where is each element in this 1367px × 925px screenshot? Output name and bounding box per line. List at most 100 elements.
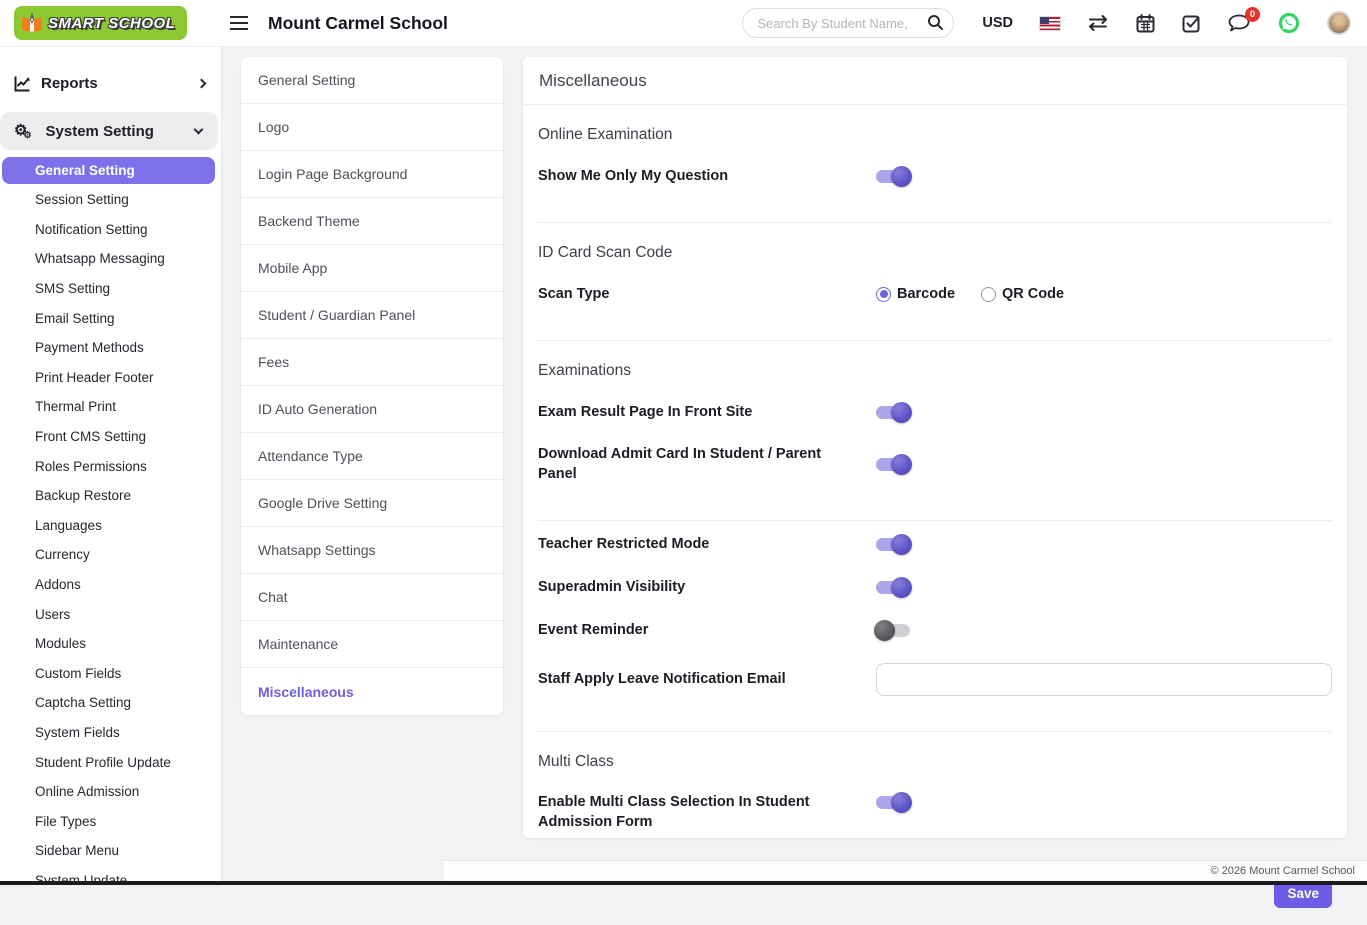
group-examinations: Examinations Exam Result Page In Front S… [538,341,1332,521]
user-avatar[interactable] [1327,11,1351,35]
sidebar-item-label: Reports [41,75,98,92]
sidebar-item-thermal-print[interactable]: Thermal Print [0,392,221,422]
setting-label: Scan Type [538,284,876,304]
toggle-enable-multi-class[interactable] [876,796,910,809]
setting-label: Exam Result Page In Front Site [538,402,876,422]
settings-tab-list: General Setting Logo Login Page Backgrou… [241,57,503,715]
toggle-superadmin-visibility[interactable] [876,581,910,594]
sidebar-item-users[interactable]: Users [0,599,221,629]
tab-google-drive-setting[interactable]: Google Drive Setting [241,480,503,527]
sidebar-item-general-setting[interactable]: General Setting [2,157,215,184]
sidebar-item-whatsapp-messaging[interactable]: Whatsapp Messaging [0,244,221,274]
group-heading: Multi Class [538,753,1332,771]
calendar-icon[interactable] [1136,14,1155,33]
whatsapp-icon[interactable] [1278,12,1300,34]
sidebar-item-label: System Setting [46,123,154,140]
currency-code[interactable]: USD [982,15,1013,31]
radio-qr-code[interactable] [981,287,996,302]
book-pen-icon [20,11,44,35]
tab-backend-theme[interactable]: Backend Theme [241,198,503,245]
sidebar-item-notification-setting[interactable]: Notification Setting [0,215,221,245]
radio-option-barcode[interactable]: Barcode [876,286,955,302]
setting-label: Teacher Restricted Mode [538,534,876,554]
tab-fees[interactable]: Fees [241,339,503,386]
sidebar-item-addons[interactable]: Addons [0,570,221,600]
tab-general-setting[interactable]: General Setting [241,57,503,104]
group-multi-class: Multi Class Enable Multi Class Selection… [538,732,1332,862]
us-flag-icon[interactable] [1040,17,1060,30]
tab-maintenance[interactable]: Maintenance [241,621,503,668]
toggle-knob [891,402,912,423]
chat-count-badge: 0 [1245,7,1260,22]
sidebar-item-roles-permissions[interactable]: Roles Permissions [0,451,221,481]
student-search [742,8,954,38]
sidebar-item-print-header-footer[interactable]: Print Header Footer [0,363,221,393]
group-heading: Online Examination [538,126,1332,144]
toggle-knob [891,577,912,598]
content-area: General Setting Logo Login Page Backgrou… [222,47,1367,885]
sidebar-item-languages[interactable]: Languages [0,511,221,541]
sidebar-item-sms-setting[interactable]: SMS Setting [0,274,221,304]
logo-area[interactable]: SMART SCHOOL [0,6,222,40]
setting-label: Download Admit Card In Student / Parent … [538,444,876,485]
sidebar-item-front-cms-setting[interactable]: Front CMS Setting [0,422,221,452]
panel-title: Miscellaneous [523,57,1347,105]
search-icon[interactable] [927,14,944,31]
group-online-examination: Online Examination Show Me Only My Quest… [538,105,1332,223]
tab-id-auto-generation[interactable]: ID Auto Generation [241,386,503,433]
tab-mobile-app[interactable]: Mobile App [241,245,503,292]
hamburger-icon[interactable] [230,22,248,25]
sidebar-item-modules[interactable]: Modules [0,629,221,659]
sidebar-item-custom-fields[interactable]: Custom Fields [0,659,221,689]
toggle-show-me-only-my-question[interactable] [876,170,910,183]
sidebar-item-sidebar-menu[interactable]: Sidebar Menu [0,836,221,866]
search-input[interactable] [742,8,954,38]
sidebar-item-system-fields[interactable]: System Fields [0,718,221,748]
radio-barcode[interactable] [876,287,891,302]
toggle-event-reminder[interactable] [876,624,910,637]
sidebar-item-student-profile-update[interactable]: Student Profile Update [0,747,221,777]
task-check-icon[interactable] [1182,14,1201,33]
sidebar-item-payment-methods[interactable]: Payment Methods [0,333,221,363]
setting-label: Staff Apply Leave Notification Email [538,669,876,689]
sidebar-item-session-setting[interactable]: Session Setting [0,185,221,215]
scan-type-radio-group: Barcode QR Code [876,286,1332,302]
horizontal-scrollbar[interactable] [0,881,1367,885]
sidebar-item-file-types[interactable]: File Types [0,806,221,836]
sidebar-item-online-admission[interactable]: Online Admission [0,777,221,807]
currency-swap-icon[interactable] [1087,15,1109,31]
tab-login-page-background[interactable]: Login Page Background [241,151,503,198]
radio-option-qr-code[interactable]: QR Code [981,286,1064,302]
toggle-teacher-restricted-mode[interactable] [876,538,910,551]
toggle-download-admit-card[interactable] [876,458,910,471]
tab-chat[interactable]: Chat [241,574,503,621]
chart-icon [14,75,31,92]
tab-logo[interactable]: Logo [241,104,503,151]
top-header: SMART SCHOOL Mount Carmel School USD [0,0,1367,47]
toggle-knob [874,620,895,641]
staff-leave-email-input[interactable] [876,663,1332,696]
sidebar-item-currency[interactable]: Currency [0,540,221,570]
sidebar-item-system-setting[interactable]: ⚙⚙ System Setting [0,112,218,150]
page-footer: © 2026 Mount Carmel School [444,860,1367,881]
sidebar-item-backup-restore[interactable]: Backup Restore [0,481,221,511]
setting-label: Enable Multi Class Selection In Student … [538,792,876,833]
logo-text: SMART SCHOOL [48,15,175,32]
sidebar-item-reports[interactable]: Reports [0,63,221,103]
toggle-knob [891,534,912,555]
gears-icon: ⚙⚙ [14,123,36,138]
main-sidebar: Reports ⚙⚙ System Setting General Settin… [0,47,222,885]
sidebar-item-email-setting[interactable]: Email Setting [0,303,221,333]
tab-miscellaneous[interactable]: Miscellaneous [241,668,503,715]
sidebar-item-captcha-setting[interactable]: Captcha Setting [0,688,221,718]
tab-student-guardian-panel[interactable]: Student / Guardian Panel [241,292,503,339]
miscellaneous-panel: Miscellaneous Online Examination Show Me… [523,57,1347,838]
group-misc-options: Teacher Restricted Mode Superadmin Visib… [538,521,1332,732]
toggle-exam-result-page-front-site[interactable] [876,406,910,419]
chat-icon[interactable]: 0 [1228,14,1251,33]
tab-attendance-type[interactable]: Attendance Type [241,433,503,480]
setting-label: Superadmin Visibility [538,577,876,597]
group-id-card-scan-code: ID Card Scan Code Scan Type Barcode QR C… [538,223,1332,341]
toggle-knob [891,454,912,475]
tab-whatsapp-settings[interactable]: Whatsapp Settings [241,527,503,574]
